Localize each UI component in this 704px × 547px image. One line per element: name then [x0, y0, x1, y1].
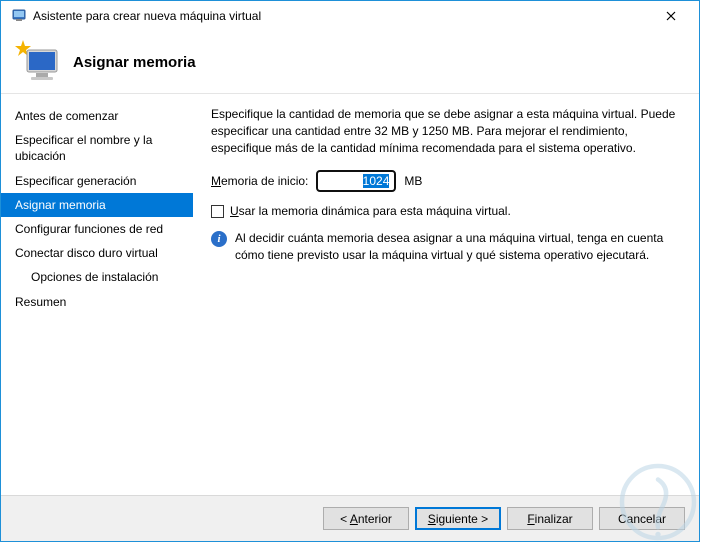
wizard-body: Antes de comenzar Especificar el nombre … — [1, 93, 699, 493]
memory-field-row: Memoria de inicio: MB — [211, 170, 681, 192]
titlebar: Asistente para crear nueva máquina virtu… — [1, 1, 699, 31]
sidebar-item-summary[interactable]: Resumen — [1, 290, 193, 314]
sidebar-item-name-location[interactable]: Especificar el nombre y la ubicación — [1, 128, 193, 168]
info-text: Al decidir cuánta memoria desea asignar … — [235, 230, 681, 264]
memory-unit: MB — [404, 174, 422, 188]
dynamic-memory-checkbox[interactable] — [211, 205, 224, 218]
info-icon: i — [211, 231, 227, 247]
finish-button[interactable]: Finalizar — [507, 507, 593, 530]
description-text: Especifique la cantidad de memoria que s… — [211, 106, 681, 156]
close-button[interactable] — [651, 2, 691, 30]
dynamic-memory-label: Usar la memoria dinámica para esta máqui… — [230, 204, 511, 218]
page-title: Asignar memoria — [73, 54, 196, 71]
info-row: i Al decidir cuánta memoria desea asigna… — [211, 230, 681, 264]
next-button[interactable]: Siguiente > — [415, 507, 501, 530]
previous-button[interactable]: < Anterior — [323, 507, 409, 530]
wizard-footer: < Anterior Siguiente > Finalizar Cancela… — [1, 495, 699, 541]
sidebar-item-assign-memory[interactable]: Asignar memoria — [1, 193, 193, 217]
sidebar-item-generation[interactable]: Especificar generación — [1, 169, 193, 193]
cancel-button[interactable]: Cancelar — [599, 507, 685, 530]
memory-input[interactable] — [316, 170, 396, 192]
sidebar-item-virtual-disk[interactable]: Conectar disco duro virtual — [1, 241, 193, 265]
window-title: Asistente para crear nueva máquina virtu… — [33, 9, 261, 23]
sidebar-item-networking[interactable]: Configurar funciones de red — [1, 217, 193, 241]
wizard-header: Asignar memoria — [1, 31, 699, 93]
wizard-content: Especifique la cantidad de memoria que s… — [193, 94, 699, 493]
sidebar-item-install-options[interactable]: Opciones de instalación — [1, 265, 193, 289]
wizard-icon — [13, 38, 61, 86]
dynamic-memory-row: Usar la memoria dinámica para esta máqui… — [211, 204, 681, 218]
wizard-window: Asistente para crear nueva máquina virtu… — [0, 0, 700, 542]
wizard-sidebar: Antes de comenzar Especificar el nombre … — [1, 94, 193, 493]
sidebar-item-before-begin[interactable]: Antes de comenzar — [1, 104, 193, 128]
memory-label: Memoria de inicio: — [211, 174, 308, 188]
app-icon — [11, 7, 27, 26]
